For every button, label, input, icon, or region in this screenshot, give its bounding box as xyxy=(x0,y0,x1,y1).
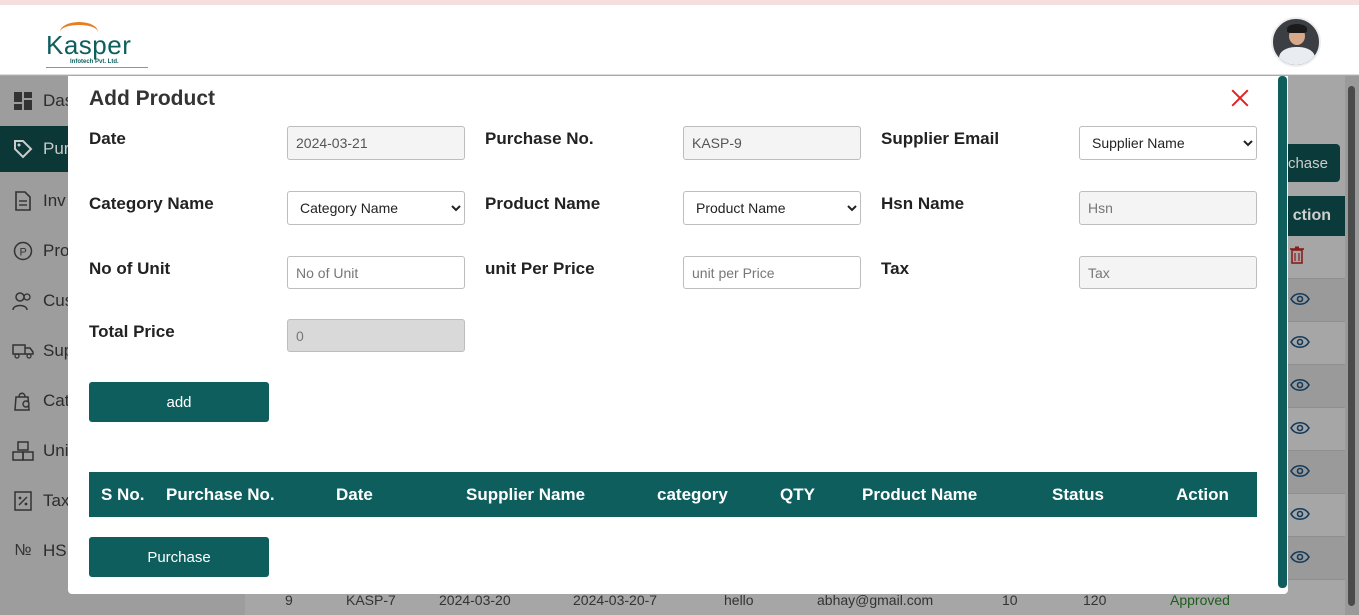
column-header: Purchase No. xyxy=(166,485,275,504)
total-price-field xyxy=(287,319,465,352)
tax-field[interactable] xyxy=(1079,256,1257,289)
no-of-unit-label: No of Unit xyxy=(89,259,171,278)
bg-cell-invoice: 2024-03-20-7 xyxy=(573,592,658,608)
eye-icon xyxy=(1290,290,1310,311)
sidebar-item-label: Inv xyxy=(43,191,66,210)
bag-search-icon xyxy=(12,390,34,412)
purchase-no-field[interactable] xyxy=(683,126,861,160)
eye-icon xyxy=(1290,419,1310,440)
category-name-label: Category Name xyxy=(89,194,214,213)
logo-underline xyxy=(46,67,148,68)
column-header: Status xyxy=(1052,485,1104,504)
bg-cell-qty: 10 xyxy=(1002,592,1018,608)
boxes-icon xyxy=(12,440,34,462)
bg-cell-date: 2024-03-20 xyxy=(439,592,511,608)
purchase-button[interactable]: Purchase xyxy=(89,537,269,577)
sidebar-item-label: Pur xyxy=(43,139,70,158)
date-label: Date xyxy=(89,129,126,148)
date-field[interactable] xyxy=(287,126,465,160)
purchase-table-header: S No. Purchase No. Date Supplier Name ca… xyxy=(89,472,1257,517)
supplier-email-label: Supplier Email xyxy=(881,129,1000,148)
modal-scrollbar[interactable] xyxy=(1278,76,1287,588)
bg-cell-price: 120 xyxy=(1083,592,1107,608)
document-icon xyxy=(12,190,34,212)
bg-cell-email: abhay@gmail.com xyxy=(817,592,934,608)
tax-label: Tax xyxy=(881,259,910,278)
product-name-label: Product Name xyxy=(485,194,601,213)
column-header: Product Name xyxy=(862,485,978,504)
eye-icon xyxy=(1290,548,1310,569)
eye-icon xyxy=(1290,505,1310,526)
tag-icon xyxy=(12,138,34,160)
tax-icon xyxy=(12,490,34,512)
bg-cell-status: Approved xyxy=(1170,592,1230,608)
sidebar-item-label: Cat xyxy=(43,391,70,410)
category-select[interactable]: Category Name xyxy=(287,191,465,225)
bg-cell-category: hello xyxy=(724,592,754,608)
kasper-logo[interactable]: Kasper Infotech Pvt. Ltd. xyxy=(46,22,156,68)
column-header: Date xyxy=(336,485,373,504)
column-header: category xyxy=(657,485,728,504)
logo-text: Kasper xyxy=(46,30,132,60)
no-of-unit-input[interactable] xyxy=(287,256,465,289)
trash-icon xyxy=(1290,246,1304,269)
p-circle-icon: P xyxy=(12,240,34,262)
hsn-name-label: Hsn Name xyxy=(881,194,965,213)
truck-icon xyxy=(12,340,34,362)
user-avatar[interactable] xyxy=(1271,17,1321,67)
unit-per-price-label: unit Per Price xyxy=(485,259,595,278)
sidebar-item-label: Pro xyxy=(43,241,70,260)
app-header: Kasper Infotech Pvt. Ltd. xyxy=(0,5,1359,75)
dashboard-icon xyxy=(12,90,34,112)
close-icon[interactable] xyxy=(1228,86,1252,110)
svg-text:P: P xyxy=(20,247,27,259)
purchase-no-label: Purchase No. xyxy=(485,129,594,148)
page-scrollbar-thumb[interactable] xyxy=(1348,86,1355,606)
bg-cell-purchase-no: KASP-7 xyxy=(346,592,396,608)
logo-subtitle: Infotech Pvt. Ltd. xyxy=(70,59,119,65)
total-price-label: Total Price xyxy=(89,322,175,341)
unit-per-price-input[interactable] xyxy=(683,256,861,289)
eye-icon xyxy=(1290,376,1310,397)
eye-icon xyxy=(1290,462,1310,483)
column-header: Action xyxy=(1176,485,1229,504)
sidebar-item-label: Tax xyxy=(43,491,70,510)
modal-title: Add Product xyxy=(89,87,215,110)
sidebar-item-label: Uni xyxy=(43,441,69,460)
column-header: Supplier Name xyxy=(466,485,586,504)
avatar-hair xyxy=(1287,24,1307,33)
add-product-modal: Add Product Date Purchase No. Supplier E… xyxy=(68,76,1288,594)
hsn-field[interactable] xyxy=(1079,191,1257,225)
numero-icon: № xyxy=(14,542,32,559)
avatar-shirt xyxy=(1279,47,1315,65)
add-button[interactable]: add xyxy=(89,382,269,422)
bg-cell-sno: 9 xyxy=(285,592,293,608)
column-header: S No. xyxy=(101,485,145,504)
users-icon xyxy=(12,290,34,312)
product-select[interactable]: Product Name xyxy=(683,191,861,225)
supplier-select[interactable]: Supplier Name xyxy=(1079,126,1257,160)
column-header: QTY xyxy=(780,485,815,504)
eye-icon xyxy=(1290,333,1310,354)
